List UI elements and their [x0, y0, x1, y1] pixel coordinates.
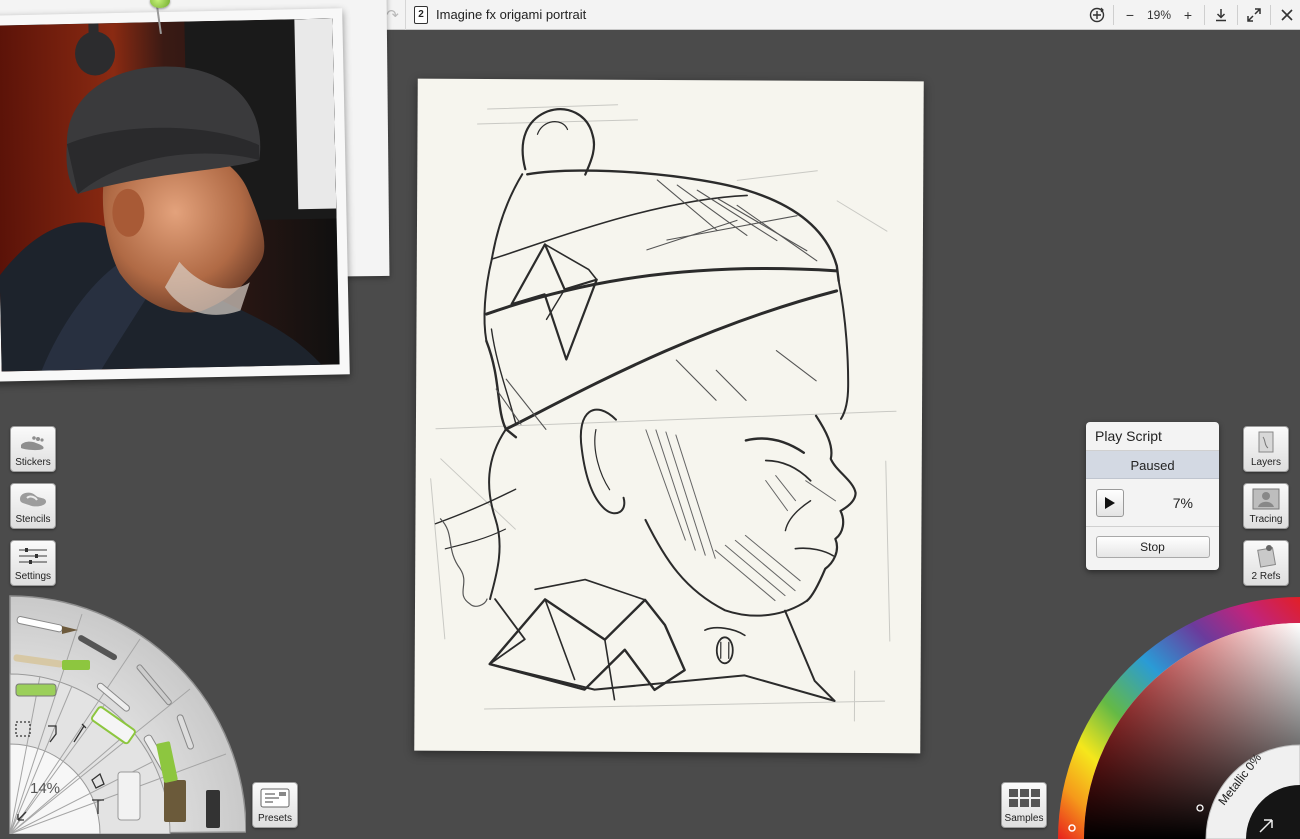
brush-size-value[interactable]: 14%	[30, 780, 60, 797]
drawing-canvas[interactable]	[414, 78, 924, 754]
samples-button[interactable]: Samples	[1001, 782, 1047, 828]
presets-icon	[259, 783, 291, 813]
tracing-icon	[1250, 484, 1282, 514]
transform-icon[interactable]	[1084, 0, 1110, 30]
presets-label: Presets	[258, 813, 292, 824]
zoom-in-button[interactable]: +	[1175, 0, 1201, 30]
layers-button[interactable]: Layers	[1243, 426, 1289, 472]
refs-label: 2 Refs	[1251, 571, 1281, 582]
settings-label: Settings	[14, 571, 52, 582]
tracing-button[interactable]: Tracing	[1243, 483, 1289, 529]
pencil-sketch	[430, 104, 897, 722]
toolbar-divider	[1237, 4, 1238, 25]
stop-button[interactable]: Stop	[1095, 536, 1210, 558]
zoom-level[interactable]: 19%	[1143, 8, 1175, 22]
script-progress: 7%	[1172, 494, 1193, 511]
reference-photo	[0, 18, 340, 372]
script-status: Paused	[1086, 451, 1219, 479]
tracing-label: Tracing	[1249, 514, 1283, 525]
stickers-label: Stickers	[15, 457, 51, 468]
settings-button[interactable]: Settings	[10, 540, 56, 586]
script-panel-title: Play Script	[1086, 422, 1219, 451]
play-script-panel: Play Script Paused 7% Stop	[1086, 422, 1219, 570]
download-icon[interactable]	[1208, 0, 1234, 30]
stencil-icon	[17, 484, 49, 514]
play-icon	[1105, 496, 1115, 509]
color-picker[interactable]: Metallic 0%	[1056, 596, 1300, 839]
reference-pin-icon	[1253, 541, 1279, 571]
close-icon[interactable]	[1274, 0, 1300, 30]
toolbar-divider	[1204, 4, 1205, 25]
play-button[interactable]	[1096, 488, 1124, 517]
footprint-icon	[18, 427, 48, 457]
tool-wheel[interactable]	[0, 594, 246, 834]
layers-icon	[1254, 427, 1278, 457]
stencils-label: Stencils	[15, 514, 51, 525]
zoom-out-button[interactable]: −	[1117, 0, 1143, 30]
swatches-icon	[1007, 783, 1041, 813]
script-progress-row: 7%	[1086, 479, 1219, 527]
document-icon[interactable]: 2	[414, 5, 428, 24]
sliders-icon	[17, 541, 49, 571]
presets-button[interactable]: Presets	[252, 782, 298, 828]
document-title[interactable]: Imagine fx origami portrait	[436, 7, 586, 22]
reference-image[interactable]	[0, 8, 350, 382]
top-toolbar: ↷ 2 Imagine fx origami portrait − 19% +	[380, 0, 1300, 30]
toolbar-divider	[1112, 4, 1114, 25]
stickers-button[interactable]: Stickers	[10, 426, 56, 472]
fullscreen-icon[interactable]	[1241, 0, 1267, 30]
samples-label: Samples	[1004, 813, 1044, 824]
toolbar-actions: − 19% +	[1084, 0, 1300, 30]
layers-label: Layers	[1250, 457, 1281, 468]
refs-button[interactable]: 2 Refs	[1243, 540, 1289, 586]
toolbar-divider	[1270, 4, 1271, 25]
stencils-button[interactable]: Stencils	[10, 483, 56, 529]
